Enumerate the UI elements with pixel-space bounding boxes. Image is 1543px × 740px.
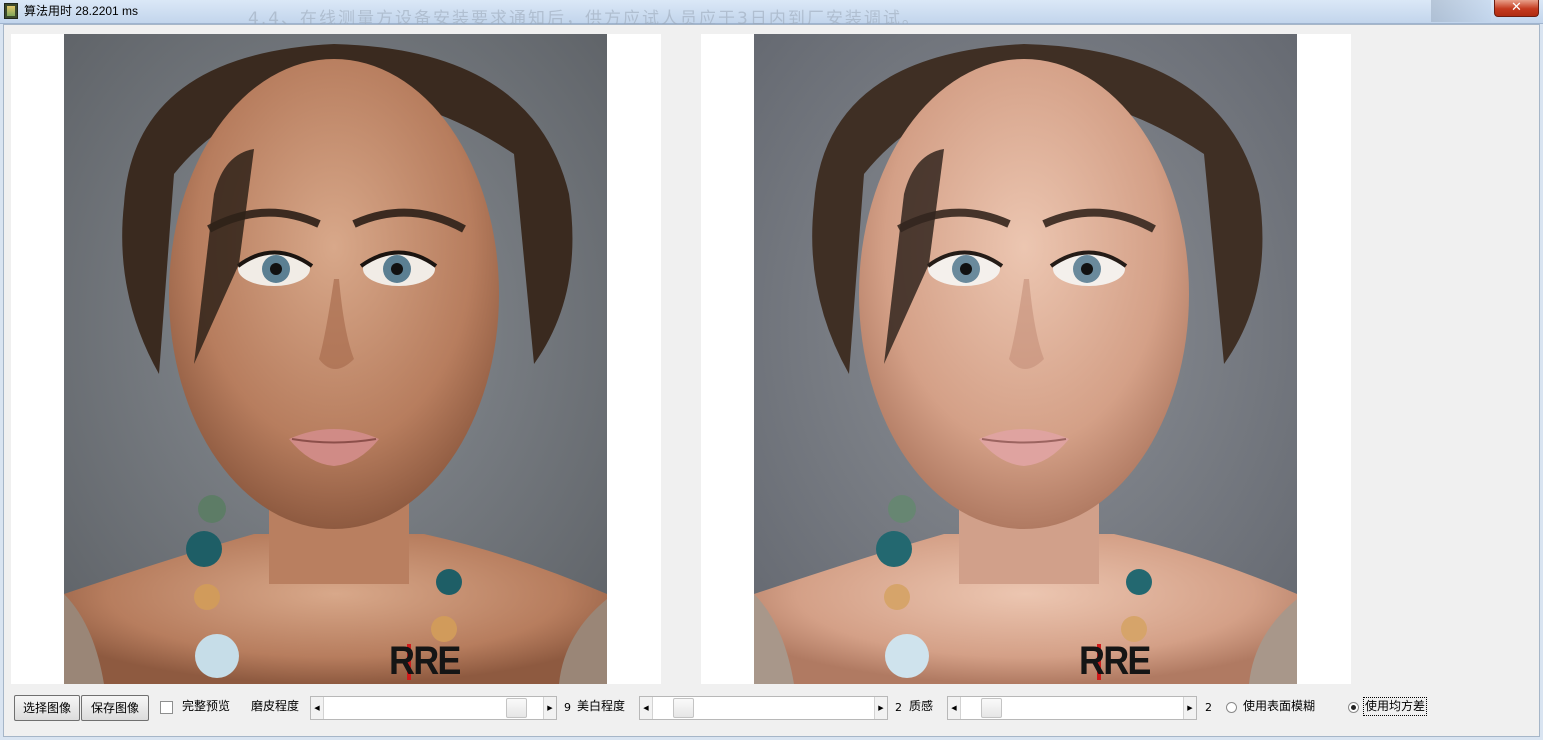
scroll-left-icon[interactable]: ◀	[948, 697, 961, 719]
watermark-logo: RRE	[389, 639, 461, 683]
portrait-image	[64, 34, 607, 684]
close-button[interactable]: ✕	[1494, 0, 1539, 17]
smoothing-label: 磨皮程度	[251, 699, 300, 713]
select-image-button[interactable]: 选择图像	[14, 695, 80, 721]
original-photo: RRE	[64, 34, 607, 684]
whitening-label: 美白程度	[577, 699, 626, 713]
full-preview-checkbox[interactable]	[160, 701, 173, 714]
scroll-right-icon[interactable]: ▶	[543, 697, 556, 719]
scroll-right-icon[interactable]: ▶	[874, 697, 887, 719]
mean-variance-radio[interactable]	[1348, 702, 1359, 713]
scroll-left-icon[interactable]: ◀	[640, 697, 653, 719]
quality-value: 2	[1205, 701, 1212, 714]
client-area: RRE RRE 选择图像 保存图像 完整预览 磨皮程度 ◀ ▶ 9 美白程度 ◀…	[3, 24, 1540, 737]
slider-thumb[interactable]	[981, 698, 1002, 718]
mean-variance-label: 使用均方差	[1362, 697, 1428, 716]
title-bar: 算法用时 28.2201 ms 4.4、在线测量方设备安装要求通知后，供方应试人…	[0, 0, 1543, 29]
quality-slider[interactable]: ◀ ▶	[947, 696, 1197, 720]
original-image-panel: RRE	[11, 34, 661, 684]
full-preview-label: 完整预览	[182, 699, 231, 713]
smoothing-value: 9	[564, 701, 571, 714]
processed-image-panel: RRE	[701, 34, 1351, 684]
smoothing-slider[interactable]: ◀ ▶	[310, 696, 557, 720]
scroll-left-icon[interactable]: ◀	[311, 697, 324, 719]
watermark-logo: RRE	[1079, 639, 1151, 683]
app-icon	[4, 3, 18, 19]
portrait-image-processed	[754, 34, 1297, 684]
whitening-slider[interactable]: ◀ ▶	[639, 696, 888, 720]
surface-blur-label: 使用表面模糊	[1243, 699, 1316, 713]
slider-thumb[interactable]	[673, 698, 694, 718]
surface-blur-radio[interactable]	[1226, 702, 1237, 713]
window-title: 算法用时 28.2201 ms	[24, 4, 139, 18]
quality-label: 质感	[909, 699, 934, 713]
titlebar-shadow	[1431, 0, 1491, 22]
save-image-button[interactable]: 保存图像	[81, 695, 149, 721]
processed-photo: RRE	[754, 34, 1297, 684]
whitening-value: 2	[895, 701, 902, 714]
slider-thumb[interactable]	[506, 698, 527, 718]
scroll-right-icon[interactable]: ▶	[1183, 697, 1196, 719]
